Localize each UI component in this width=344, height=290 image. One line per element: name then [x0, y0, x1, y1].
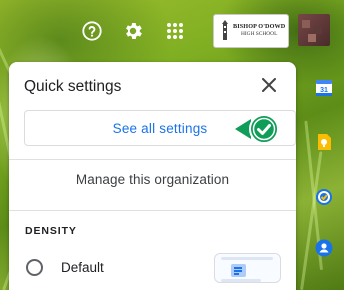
side-panel: 31	[306, 62, 344, 290]
density-default-preview[interactable]	[214, 253, 281, 283]
avatar-pixel	[314, 26, 322, 34]
calendar-app-button[interactable]: 31	[314, 78, 334, 98]
keep-icon	[318, 134, 331, 150]
quick-settings-panel: Quick settings See all settings Manage t…	[9, 62, 296, 290]
document-icon	[231, 264, 246, 277]
avatar-pixel	[308, 34, 316, 42]
org-logo-line1: BISHOP O'DOWD	[233, 23, 286, 31]
help-circle-icon	[82, 21, 102, 41]
contacts-icon	[315, 239, 333, 257]
close-icon	[262, 78, 276, 92]
tasks-icon	[316, 189, 332, 205]
gear-icon	[126, 23, 142, 39]
help-button[interactable]	[80, 19, 104, 43]
manage-organization-link[interactable]: Manage this organization	[9, 172, 296, 187]
divider	[9, 210, 296, 211]
contacts-app-button[interactable]	[314, 238, 334, 258]
settings-button[interactable]	[121, 19, 145, 43]
preview-line	[221, 257, 273, 260]
account-avatar[interactable]	[298, 14, 330, 46]
tasks-app-button[interactable]	[314, 187, 334, 207]
density-default-label[interactable]: Default	[61, 260, 104, 275]
close-button[interactable]	[259, 75, 279, 95]
org-logo-line2: HIGH SCHOOL	[240, 31, 278, 38]
quick-settings-title: Quick settings	[24, 78, 122, 95]
keep-app-button[interactable]	[314, 132, 334, 152]
divider	[9, 159, 296, 160]
check-callout-icon	[235, 114, 279, 144]
density-default-radio[interactable]	[26, 259, 43, 276]
preview-line	[221, 279, 261, 282]
apps-grid-icon	[167, 23, 183, 39]
calendar-number: 31	[320, 87, 328, 94]
apps-button[interactable]	[163, 19, 187, 43]
calendar-icon: 31	[316, 80, 332, 96]
organization-logo[interactable]: BISHOP O'DOWD HIGH SCHOOL	[213, 14, 289, 48]
density-section-title: DENSITY	[25, 225, 77, 237]
avatar-pixel	[302, 20, 310, 28]
tower-crest-icon	[222, 20, 228, 40]
